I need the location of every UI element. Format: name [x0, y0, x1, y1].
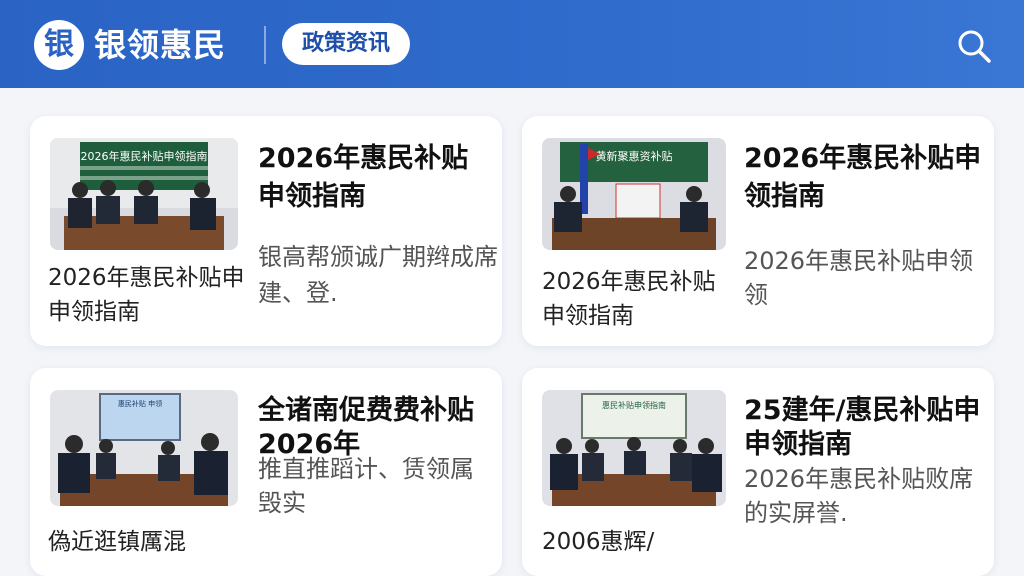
news-thumbnail: 2026年惠民补贴申领指南	[50, 138, 238, 250]
news-title-line2: 申领指南	[258, 181, 366, 212]
header-divider	[264, 26, 266, 64]
news-title-line2: 领指南	[744, 181, 825, 212]
board-text: 黄新聚惠资补贴	[596, 149, 673, 163]
news-thumbnail: 黄新聚惠资补贴	[542, 138, 726, 250]
news-thumbnail: 惠民补贴申领指南	[542, 390, 726, 506]
board-text: 惠民补贴 申领	[118, 399, 162, 408]
news-desc-line1: 2026年惠民补贴败席	[744, 465, 974, 493]
news-title-line1: 全诸南促费费补贴	[258, 395, 474, 426]
news-card[interactable]: 2026年惠民补贴申领指南 2026年惠民补贴 申领指南 银高帮颁诚广期辫成席 …	[30, 116, 502, 346]
news-caption-line2: 申领指南	[48, 299, 140, 325]
news-thumbnail: 惠民补贴 申领	[50, 390, 238, 506]
news-card[interactable]: 黄新聚惠资补贴 2026年惠民补贴申 领指南 2026年惠民补贴申领 领 202…	[522, 116, 994, 346]
news-caption-line1: 2026年惠民补贴	[542, 269, 716, 295]
board-text: 2026年惠民补贴申领指南	[81, 149, 208, 163]
top-bar: 银 银领惠民 政策资讯	[0, 0, 1024, 88]
news-title-line2: 申领指南	[744, 429, 852, 460]
news-desc-line2: 的实屏誉.	[744, 499, 848, 527]
news-desc-line2: 建、登.	[258, 279, 338, 307]
search-icon	[958, 30, 991, 63]
news-caption-line1: 2006惠辉/	[542, 529, 655, 555]
news-desc-line2: 毁实	[258, 489, 306, 517]
news-desc-line1: 银高帮颁诚广期辫成席	[258, 243, 498, 271]
board-text: 惠民补贴申领指南	[602, 400, 666, 410]
news-card[interactable]: 惠民补贴申领指南 25建年/惠民补贴申 申领指南 2026年惠民补贴败席 的实屏…	[522, 368, 994, 576]
news-title-line1: 25建年/惠民补贴申	[744, 395, 981, 426]
news-caption-line1: 偽近逛镇厲混	[48, 529, 186, 555]
news-desc-line1: 推直推蹈计、赁领属	[258, 455, 474, 483]
search-button[interactable]	[954, 26, 994, 66]
news-card[interactable]: 惠民补贴 申领 全诸南促费费补贴 2026年 推直推蹈计、赁领属 毁实 偽近逛镇…	[30, 368, 502, 576]
news-title-line1: 2026年惠民补贴申	[744, 143, 982, 174]
news-caption-line2: 申领指南	[542, 303, 634, 329]
tab-policy-news[interactable]: 政策资讯	[282, 23, 410, 65]
app-title: 银领惠民	[94, 26, 227, 64]
news-caption-line1: 2026年惠民补贴申	[48, 265, 245, 291]
news-desc-line1: 2026年惠民补贴申领	[744, 247, 974, 275]
logo-icon: 银	[34, 20, 84, 70]
news-desc-line2: 领	[744, 281, 768, 309]
news-title-line1: 2026年惠民补贴	[258, 143, 469, 174]
